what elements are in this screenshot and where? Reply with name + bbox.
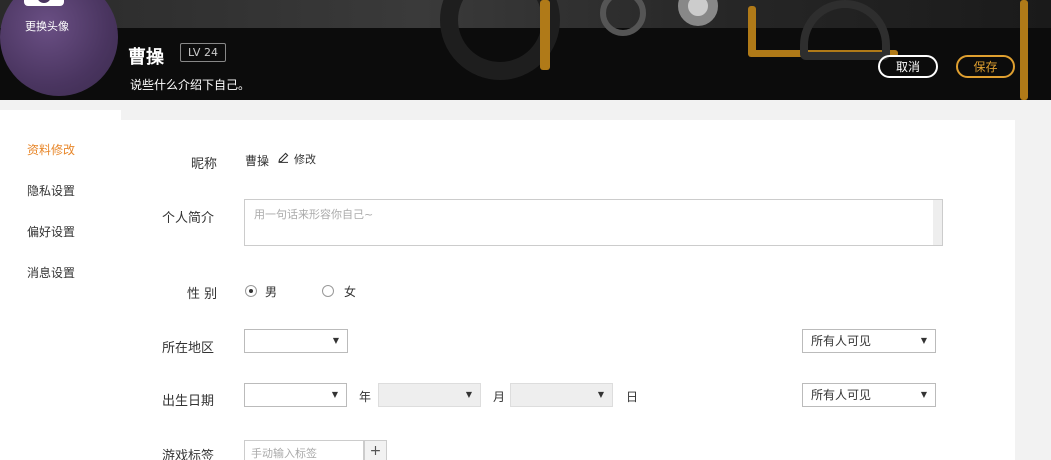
nickname-label: 昵称 [191, 157, 218, 172]
region-visibility-value: 所有人可见 [811, 334, 872, 348]
tag-input[interactable]: 手动输入标签 [244, 440, 364, 460]
nickname-value: 曹操 [245, 154, 270, 168]
birth-month-select[interactable]: ▼ [378, 383, 481, 407]
day-unit: 日 [626, 390, 639, 404]
nickname-edit-link[interactable]: 修改 [294, 151, 316, 167]
cancel-button[interactable]: 取消 [878, 55, 938, 78]
birthday-visibility-select[interactable]: 所有人可见 ▼ [802, 383, 936, 407]
sidebar-item-preferences[interactable]: 偏好设置 [0, 212, 121, 252]
caret-down-icon: ▼ [920, 390, 927, 399]
level-badge: LV 24 [180, 43, 226, 62]
bio-placeholder: 用一句话来形容你自己~ [254, 208, 374, 221]
gender-male-radio[interactable] [245, 285, 257, 297]
pencil-icon[interactable] [278, 152, 289, 163]
profile-form: 昵称 曹操 修改 个人简介 用一句话来形容你自己~ 性 别 男 女 所在地区 ▼… [121, 120, 1015, 460]
banner-pipe-decoration [748, 6, 756, 56]
region-select[interactable]: ▼ [244, 329, 348, 353]
sidebar-item-profile[interactable]: 资料修改 [0, 130, 121, 170]
bio-textarea[interactable]: 用一句话来形容你自己~ [244, 199, 943, 246]
month-unit: 月 [493, 390, 506, 404]
region-label: 所在地区 [162, 341, 215, 356]
add-tag-button[interactable]: + [364, 440, 387, 460]
caret-down-icon: ▼ [465, 390, 472, 399]
camera-icon [24, 0, 64, 6]
birthday-label: 出生日期 [162, 394, 215, 409]
tags-label: 游戏标签 [162, 449, 215, 460]
caret-down-icon: ▼ [920, 336, 927, 345]
bio-scrollbar[interactable] [933, 200, 942, 245]
header-bio: 说些什么介绍下自己。 [130, 78, 251, 92]
caret-down-icon: ▼ [597, 390, 604, 399]
birthday-visibility-value: 所有人可见 [811, 388, 872, 402]
gender-label: 性 别 [187, 287, 218, 302]
bio-label: 个人简介 [162, 211, 215, 226]
tag-placeholder: 手动输入标签 [251, 447, 317, 460]
caret-down-icon: ▼ [331, 390, 338, 399]
sidebar-item-privacy[interactable]: 隐私设置 [0, 171, 121, 211]
settings-sidebar: 资料修改 隐私设置 偏好设置 消息设置 [0, 110, 121, 460]
change-avatar-label[interactable]: 更换头像 [25, 18, 69, 34]
birth-year-select[interactable]: ▼ [244, 383, 347, 407]
birth-day-select[interactable]: ▼ [510, 383, 613, 407]
banner-pipe-decoration [540, 0, 550, 70]
gender-female-radio[interactable] [322, 285, 334, 297]
sidebar-item-notifications[interactable]: 消息设置 [0, 253, 121, 293]
year-unit: 年 [359, 390, 372, 404]
profile-header: 更换头像 曹操 LV 24 说些什么介绍下自己。 取消 保存 [0, 0, 1051, 100]
banner-gear-decoration [600, 0, 646, 36]
caret-down-icon: ▼ [332, 336, 339, 345]
region-visibility-select[interactable]: 所有人可见 ▼ [802, 329, 936, 353]
banner-pipe-decoration [1020, 0, 1028, 100]
gender-male-label[interactable]: 男 [265, 283, 277, 300]
avatar[interactable]: 更换头像 [0, 0, 118, 96]
gender-female-label[interactable]: 女 [344, 283, 356, 300]
username: 曹操 [128, 47, 164, 68]
save-button[interactable]: 保存 [956, 55, 1015, 78]
